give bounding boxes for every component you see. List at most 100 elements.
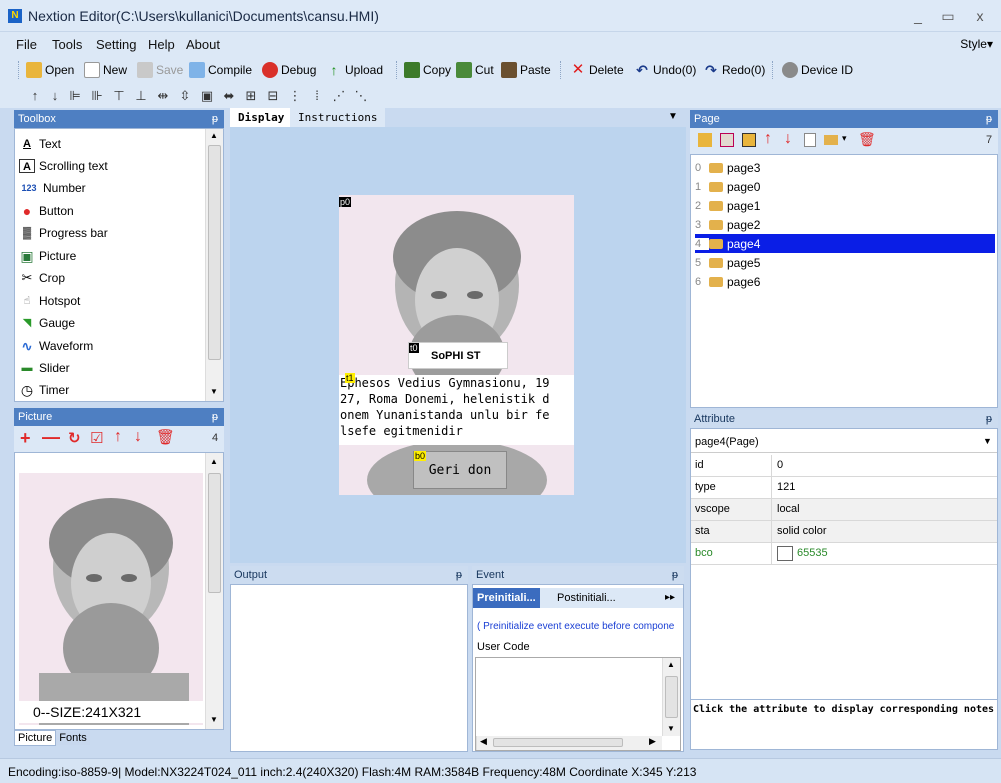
user-code-editor[interactable]: ▲ ▼ ◀ ▶ xyxy=(475,657,681,751)
page-item[interactable]: 2 page1 xyxy=(695,196,995,215)
copy-page-icon[interactable] xyxy=(804,133,816,147)
open-button[interactable]: Open xyxy=(26,59,74,81)
insert-page-icon[interactable] xyxy=(742,133,756,147)
move-up-icon[interactable]: ↑ xyxy=(114,428,122,446)
same-size-icon[interactable]: ▣ xyxy=(198,87,216,105)
menu-setting[interactable]: Setting xyxy=(96,37,136,52)
move-up-icon[interactable]: ↑ xyxy=(764,130,772,148)
tab-display[interactable]: Display xyxy=(230,108,293,127)
debug-button[interactable]: Debug xyxy=(262,59,316,81)
attribute-row-type[interactable]: type 121 xyxy=(691,477,997,499)
t1-text[interactable]: Ephesos Vedius Gymnasionu, 19 27, Roma D… xyxy=(339,375,574,445)
align-left-icon[interactable]: ⊫ xyxy=(66,87,84,105)
cut-button[interactable]: Cut xyxy=(456,59,494,81)
spacing-vertical-icon[interactable]: ⋮ xyxy=(286,87,304,105)
spacing-vertical-4-icon[interactable]: ⋱ xyxy=(352,87,370,105)
toolbox-item-waveform[interactable]: ∿ Waveform xyxy=(19,335,93,357)
scroll-up-icon[interactable]: ▲ xyxy=(667,660,675,669)
tabs-scroll-right-icon[interactable]: ▸▸ xyxy=(665,588,675,608)
color-swatch[interactable] xyxy=(777,546,793,561)
new-button[interactable]: New xyxy=(84,59,127,81)
toolbox-item-text[interactable]: A Text xyxy=(19,133,61,155)
menu-about[interactable]: About xyxy=(186,37,220,52)
delete-button[interactable]: ✕ Delete xyxy=(570,59,624,81)
output-area[interactable] xyxy=(230,584,468,752)
pin-icon[interactable]: ᵽ xyxy=(456,566,462,584)
scroll-up-icon[interactable]: ▲ xyxy=(210,131,218,140)
code-v-scrollbar[interactable]: ▲ ▼ xyxy=(662,658,680,736)
move-down-icon[interactable]: ↓ xyxy=(784,130,792,148)
move-down-icon[interactable]: ↓ xyxy=(46,87,64,105)
delete-page-icon[interactable] xyxy=(720,133,734,147)
spacing-vertical-3-icon[interactable]: ⋰ xyxy=(330,87,348,105)
scroll-thumb[interactable] xyxy=(665,676,678,718)
spacing-horizontal-icon[interactable]: ⊞ xyxy=(242,87,260,105)
picture-scrollbar[interactable]: ▲ ▼ xyxy=(205,453,223,729)
scroll-thumb[interactable] xyxy=(208,473,221,593)
minimize-button[interactable]: _ xyxy=(906,6,930,26)
pin-icon[interactable]: ᵽ xyxy=(986,110,992,128)
scroll-thumb[interactable] xyxy=(208,145,221,360)
attribute-row-id[interactable]: id 0 xyxy=(691,455,997,477)
maximize-button[interactable]: ▭ xyxy=(936,6,960,26)
pin-icon[interactable]: ᵽ xyxy=(212,408,218,426)
toolbox-item-button[interactable]: ● Button xyxy=(19,200,74,222)
trash-icon[interactable]: 🗑 xyxy=(858,131,876,148)
align-top-icon[interactable]: ⊤ xyxy=(110,87,128,105)
code-h-scrollbar[interactable]: ◀ ▶ xyxy=(476,736,662,750)
copy-button[interactable]: Copy xyxy=(404,59,451,81)
t0-text[interactable]: t0 SoPHI ST xyxy=(408,342,508,369)
page-item[interactable]: 6 page6 xyxy=(695,272,995,291)
toolbox-item-hotspot[interactable]: ☝ Hotspot xyxy=(19,290,81,312)
center-vertical-icon[interactable]: ⇳ xyxy=(176,87,194,105)
scroll-right-icon[interactable]: ▶ xyxy=(649,736,656,747)
export-icon[interactable]: ☑ xyxy=(90,429,103,447)
scroll-down-icon[interactable]: ▼ xyxy=(210,715,218,724)
toolbox-item-progress-bar[interactable]: ▓ Progress bar xyxy=(19,222,108,244)
dropdown-icon[interactable]: ▾ xyxy=(842,133,847,144)
page-item[interactable]: 1 page0 xyxy=(695,177,995,196)
page-item[interactable]: 5 page5 xyxy=(695,253,995,272)
menu-file[interactable]: File xyxy=(16,37,37,52)
page-item[interactable]: 3 page2 xyxy=(695,215,995,234)
pin-icon[interactable]: ᵽ xyxy=(672,566,678,584)
toolbox-item-picture[interactable]: ▣ Picture xyxy=(19,245,76,267)
page-item[interactable]: 0 page3 xyxy=(695,158,995,177)
move-up-icon[interactable]: ↑ xyxy=(26,87,44,105)
save-button[interactable]: Save xyxy=(137,59,183,81)
center-horizontal-icon[interactable]: ⇹ xyxy=(154,87,172,105)
page-item-selected[interactable]: 4 page4 xyxy=(695,234,995,253)
scroll-left-icon[interactable]: ◀ xyxy=(480,736,487,747)
remove-icon[interactable]: — xyxy=(42,427,60,448)
tab-instructions[interactable]: Instructions xyxy=(290,108,386,127)
spacing-vertical-2-icon[interactable]: ⁞ xyxy=(308,87,326,105)
style-menu[interactable]: Style▾ xyxy=(960,37,993,51)
scroll-up-icon[interactable]: ▲ xyxy=(210,457,218,466)
paste-button[interactable]: Paste xyxy=(501,59,551,81)
attribute-row-sta[interactable]: sta solid color xyxy=(691,521,997,543)
pin-icon[interactable]: ᵽ xyxy=(212,110,218,128)
toolbox-scrollbar[interactable]: ▲ ▼ xyxy=(205,129,223,401)
compile-button[interactable]: Compile xyxy=(189,59,252,81)
toolbox-item-scrolling-text[interactable]: A Scrolling text xyxy=(19,155,108,177)
spacing-horizontal-2-icon[interactable]: ⊟ xyxy=(264,87,282,105)
tab-dropdown-icon[interactable]: ▼ xyxy=(668,111,678,122)
align-bottom-icon[interactable]: ⊥ xyxy=(132,87,150,105)
align-right-icon[interactable]: ⊪ xyxy=(88,87,106,105)
close-button[interactable]: x xyxy=(968,6,992,26)
toolbox-item-crop[interactable]: ✂ Crop xyxy=(19,267,65,289)
replace-icon[interactable]: ↻ xyxy=(68,429,81,447)
redo-button[interactable]: ↷ Redo(0) xyxy=(703,59,765,81)
toolbox-item-gauge[interactable]: ◥ Gauge xyxy=(19,312,75,334)
scroll-down-icon[interactable]: ▼ xyxy=(667,724,675,733)
add-icon[interactable]: + xyxy=(20,428,31,449)
same-width-icon[interactable]: ⬌ xyxy=(220,87,238,105)
trash-icon[interactable]: 🗑 xyxy=(156,428,175,446)
undo-button[interactable]: ↶ Undo(0) xyxy=(634,59,696,81)
scroll-down-icon[interactable]: ▼ xyxy=(210,387,218,396)
attribute-row-bco[interactable]: bco 65535 xyxy=(691,543,997,565)
import-page-icon[interactable] xyxy=(824,135,838,145)
add-page-icon[interactable] xyxy=(698,133,712,147)
tab-fonts[interactable]: Fonts xyxy=(56,731,90,745)
b0-button[interactable]: Geri don xyxy=(413,451,507,489)
